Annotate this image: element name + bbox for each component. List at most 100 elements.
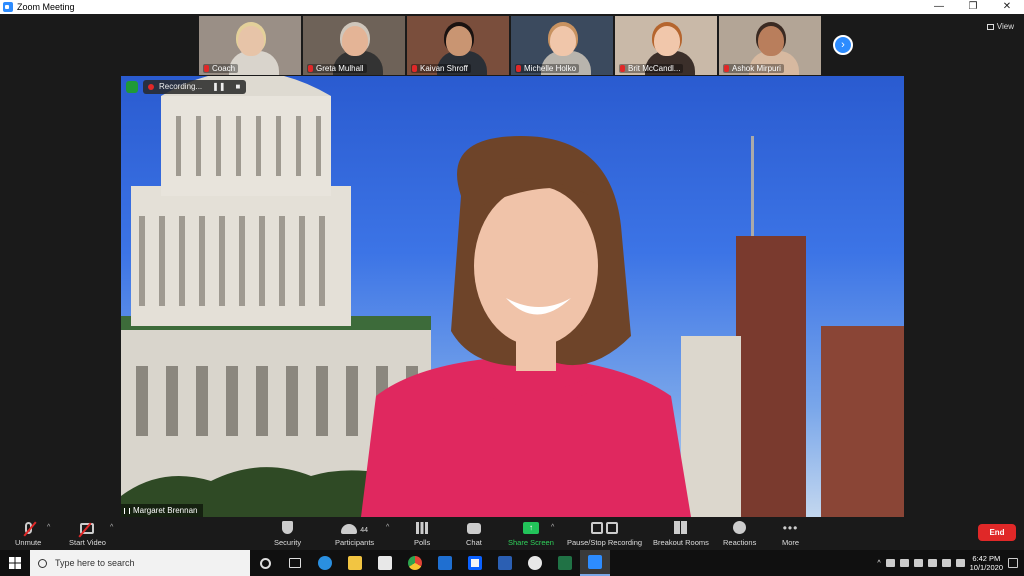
muted-mic-icon <box>724 65 729 72</box>
participant-name: Ashok Mirpuri <box>723 64 784 73</box>
chrome-icon[interactable] <box>400 550 430 576</box>
breakout-rooms-icon <box>674 521 688 534</box>
participant-face <box>758 26 784 56</box>
edge-browser-icon[interactable] <box>310 550 340 576</box>
close-button[interactable]: ✕ <box>990 0 1024 14</box>
pause-stop-recording-label: Pause/Stop Recording <box>567 538 643 547</box>
start-button[interactable] <box>0 550 30 576</box>
word-icon[interactable] <box>490 550 520 576</box>
file-explorer-icon[interactable] <box>340 550 370 576</box>
mail-icon[interactable] <box>430 550 460 576</box>
clock-date: 10/1/2020 <box>969 563 1003 572</box>
wifi-icon[interactable] <box>941 559 951 567</box>
secure-shield-icon[interactable] <box>126 81 138 93</box>
reactions-smiley-icon <box>733 521 747 534</box>
unmute-label: Unmute <box>15 538 42 547</box>
windows-logo-icon <box>9 557 21 569</box>
participant-name: Michelle Holko <box>515 64 580 73</box>
muted-mic-icon <box>516 65 521 72</box>
pause-recording-icon[interactable]: ❚❚ <box>212 80 225 94</box>
more-button[interactable]: ••• More <box>782 520 799 547</box>
polls-button[interactable]: Polls <box>414 520 430 547</box>
taskbar-clock[interactable]: 6:42 PM 10/1/2020 <box>970 554 1003 572</box>
share-screen-icon: ↑ <box>522 522 539 534</box>
participant-count: 44 <box>360 527 368 534</box>
mic-tray-icon[interactable] <box>913 559 923 567</box>
excel-icon[interactable] <box>550 550 580 576</box>
pause-stop-icon <box>591 522 619 534</box>
participant-thumbnail[interactable]: Brit McCandl... <box>615 16 717 75</box>
dropbox-icon[interactable] <box>460 550 490 576</box>
share-options-caret-icon[interactable]: ^ <box>551 524 554 531</box>
recording-indicator: Recording... ❚❚ ■ <box>143 80 247 94</box>
view-label: View <box>996 22 1014 31</box>
notification-center-icon[interactable] <box>1008 558 1018 568</box>
muted-mic-icon <box>620 65 625 72</box>
participant-name: Brit McCandl... <box>619 64 684 73</box>
search-placeholder: Type here to search <box>55 558 135 568</box>
window-title: Zoom Meeting <box>17 2 75 12</box>
chat-button[interactable]: Chat <box>466 520 482 547</box>
cortana-icon[interactable] <box>250 550 280 576</box>
view-grid-icon <box>986 23 994 30</box>
taskbar-search-box[interactable]: Type here to search <box>30 550 250 576</box>
restore-button[interactable]: ❐ <box>956 0 990 14</box>
share-screen-button[interactable]: ↑ Share Screen <box>508 520 554 547</box>
connection-signal-icon <box>124 508 130 514</box>
next-page-arrow-icon[interactable]: › <box>833 35 853 55</box>
speaker-name: Margaret Brennan <box>133 506 198 515</box>
task-view-icon[interactable] <box>280 550 310 576</box>
muted-mic-icon <box>204 65 209 72</box>
window-title-bar: Zoom Meeting — ❐ ✕ <box>0 0 1024 14</box>
participant-face <box>654 26 680 56</box>
participant-thumbnail[interactable]: Kaivan Shroff <box>407 16 509 75</box>
participant-thumbnail[interactable]: Coach <box>199 16 301 75</box>
meeting-toolbar: Unmute ^ Start Video ^ Security 44 Parti… <box>0 517 1024 550</box>
participant-name: Kaivan Shroff <box>411 64 471 73</box>
participants-label: Participants <box>335 538 375 547</box>
participant-thumbnail-strip: Coach Greta Mulhall Kaivan Shroff Michelle … <box>199 16 821 75</box>
breakout-rooms-label: Breakout Rooms <box>653 538 709 547</box>
polls-label: Polls <box>414 538 431 547</box>
volume-icon[interactable] <box>955 559 965 567</box>
unmute-button[interactable]: Unmute <box>15 520 41 547</box>
participant-thumbnail[interactable]: Ashok Mirpuri <box>719 16 821 75</box>
system-tray: ^ 6:42 PM 10/1/2020 <box>877 550 1024 576</box>
participant-thumbnail[interactable]: Michelle Holko <box>511 16 613 75</box>
show-hidden-icons-caret[interactable]: ^ <box>877 560 880 567</box>
start-video-label: Start Video <box>69 538 106 547</box>
minimize-button[interactable]: — <box>922 0 956 14</box>
muted-mic-icon <box>412 65 417 72</box>
participants-options-caret-icon[interactable]: ^ <box>386 524 389 531</box>
active-speaker-video: Recording... ❚❚ ■ Margaret Brennan <box>121 76 904 517</box>
start-video-button[interactable]: Start Video <box>69 520 106 547</box>
security-button[interactable]: Security <box>274 520 301 547</box>
pause-stop-recording-button[interactable]: Pause/Stop Recording <box>567 520 642 547</box>
recording-label: Recording... <box>159 82 203 91</box>
store-icon[interactable] <box>370 550 400 576</box>
audio-options-caret-icon[interactable]: ^ <box>47 524 50 531</box>
participant-face <box>550 26 576 56</box>
polls-icon <box>416 522 429 534</box>
participants-icon <box>341 524 358 534</box>
stop-recording-icon[interactable]: ■ <box>236 80 241 94</box>
meet-now-tray-icon[interactable] <box>927 559 937 567</box>
participant-name: Greta Mulhall <box>307 64 367 73</box>
reactions-button[interactable]: Reactions <box>723 520 756 547</box>
shield-icon <box>282 521 294 534</box>
muted-mic-icon <box>23 521 37 537</box>
slack-icon[interactable] <box>520 550 550 576</box>
security-label: Security <box>274 538 302 547</box>
participants-button[interactable]: 44 Participants <box>335 520 374 547</box>
breakout-rooms-button[interactable]: Breakout Rooms <box>653 520 709 547</box>
more-label: More <box>782 538 800 547</box>
network-tray-icon[interactable] <box>899 559 909 567</box>
zoom-taskbar-icon[interactable] <box>580 550 610 576</box>
end-meeting-button[interactable]: End <box>978 524 1016 541</box>
participant-thumbnail[interactable]: Greta Mulhall <box>303 16 405 75</box>
view-button[interactable]: View <box>986 22 1014 31</box>
speaker-name-tag: Margaret Brennan <box>121 504 204 517</box>
dropbox-tray-icon[interactable] <box>885 559 895 567</box>
video-options-caret-icon[interactable]: ^ <box>110 524 113 531</box>
participant-face <box>342 26 368 56</box>
